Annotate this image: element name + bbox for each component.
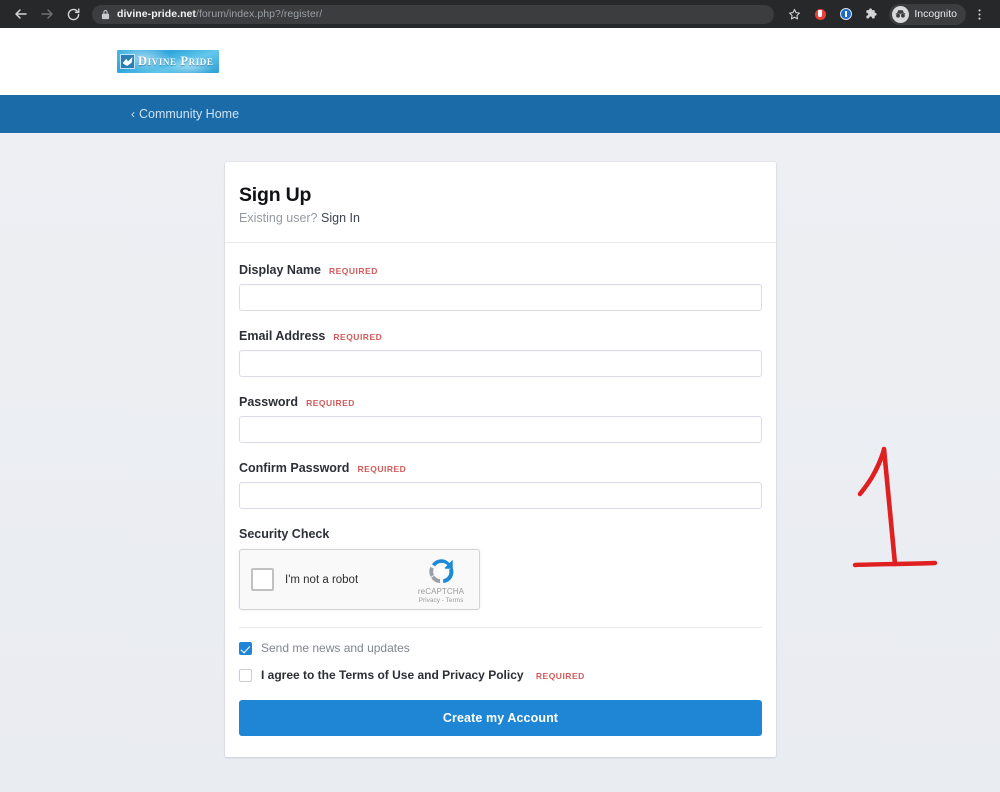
terms-required-badge: REQUIRED — [535, 671, 585, 682]
existing-user-line: Existing user? Sign In — [239, 211, 776, 225]
url-path: /forum/index.php?/register/ — [195, 8, 323, 20]
three-dot-menu-icon — [977, 8, 981, 20]
password-manager-button[interactable] — [833, 1, 859, 27]
incognito-avatar-icon — [892, 5, 910, 23]
signup-card: Sign Up Existing user? Sign In Display N… — [225, 162, 776, 758]
password-manager-icon — [840, 8, 853, 20]
url-host: divine-pride.net — [117, 8, 196, 20]
sign-in-link[interactable]: Sign In — [321, 211, 360, 225]
newsletter-label: Send me news and updates — [261, 641, 410, 656]
site-logo[interactable]: Divine Pride — [117, 50, 219, 73]
field-label-row: Password REQUIRED — [239, 395, 762, 409]
recaptcha-checkbox[interactable] — [251, 568, 274, 592]
url-text: divine-pride.net/forum/index.php?/regist… — [117, 8, 322, 20]
email-address-required-badge: REQUIRED — [333, 332, 383, 343]
star-icon — [788, 8, 800, 19]
reload-icon — [67, 7, 79, 20]
form-divider — [239, 627, 762, 629]
create-account-button[interactable]: Create my Account — [239, 700, 762, 737]
site-header: Divine Pride — [0, 28, 1000, 95]
annotation-number-1 — [852, 446, 938, 568]
shield-extension-icon — [814, 8, 826, 20]
confirm-password-input[interactable] — [239, 482, 762, 510]
page-content: Sign Up Existing user? Sign In Display N… — [0, 133, 1000, 792]
profile-incognito-button[interactable]: Incognito — [889, 3, 966, 25]
field-password: Password REQUIRED — [239, 395, 762, 444]
chrome-menu-button[interactable] — [966, 1, 992, 27]
field-display-name: Display Name REQUIRED — [239, 263, 762, 312]
terms-label-text: I agree to the Terms of Use and Privacy … — [261, 668, 524, 683]
newsletter-checkbox-row[interactable]: Send me news and updates — [239, 641, 762, 655]
email-address-label: Email Address — [239, 329, 326, 344]
display-name-input[interactable] — [239, 284, 762, 312]
shield-extension-button[interactable] — [807, 1, 833, 27]
recaptcha-label: I'm not a robot — [285, 573, 359, 586]
newsletter-checkbox[interactable] — [239, 641, 252, 655]
nav-community-home-link[interactable]: ‹ Community Home — [131, 95, 239, 133]
field-label-row: Email Address REQUIRED — [239, 329, 762, 343]
extensions-button[interactable] — [859, 1, 885, 27]
password-input[interactable] — [239, 416, 762, 444]
back-button[interactable] — [8, 1, 34, 27]
display-name-label: Display Name — [239, 263, 321, 278]
email-address-input[interactable] — [239, 350, 762, 378]
forward-arrow-icon — [41, 9, 53, 19]
page-title: Sign Up — [239, 184, 312, 206]
bookmark-button[interactable] — [781, 1, 807, 27]
forward-button[interactable] — [34, 1, 60, 27]
field-confirm-password: Confirm Password REQUIRED — [239, 461, 762, 510]
confirm-password-required-badge: REQUIRED — [357, 464, 407, 475]
address-bar[interactable]: divine-pride.net/forum/index.php?/regist… — [92, 4, 775, 24]
terms-checkbox[interactable] — [239, 668, 252, 682]
chevron-left-icon: ‹ — [131, 107, 135, 121]
security-check-section: Security Check I'm not a robot reCAPTCHA… — [239, 527, 762, 611]
lock-icon — [101, 9, 110, 20]
password-required-badge: REQUIRED — [306, 398, 355, 409]
terms-label: I agree to the Terms of Use and Privacy … — [261, 668, 585, 682]
recaptcha-logo-icon — [428, 558, 453, 583]
puzzle-extensions-icon — [866, 8, 878, 19]
profile-label: Incognito — [914, 8, 957, 20]
existing-user-text: Existing user? — [239, 211, 318, 226]
display-name-required-badge: REQUIRED — [328, 266, 378, 277]
signup-form: Display Name REQUIRED Email Address REQU… — [225, 243, 776, 682]
terms-checkbox-row[interactable]: I agree to the Terms of Use and Privacy … — [239, 668, 762, 682]
recaptcha-legal-links[interactable]: Privacy - Terms — [413, 597, 469, 605]
field-label-row: Confirm Password REQUIRED — [239, 461, 762, 475]
field-email-address: Email Address REQUIRED — [239, 329, 762, 378]
recaptcha-brand-name: reCAPTCHA — [417, 586, 465, 596]
field-label-row: Display Name REQUIRED — [239, 263, 762, 277]
submit-section: Create my Account — [225, 682, 776, 757]
password-label: Password — [239, 395, 299, 410]
site-logo-text: Divine Pride — [138, 54, 214, 68]
reload-button[interactable] — [60, 1, 86, 27]
site-navigation-bar: ‹ Community Home — [0, 95, 1000, 133]
toolbar-icons: Incognito — [781, 1, 992, 27]
wing-logo-icon — [120, 54, 135, 69]
recaptcha-branding: reCAPTCHA Privacy - Terms — [413, 555, 469, 605]
recaptcha-widget[interactable]: I'm not a robot reCAPTCHA Privacy - Term… — [239, 549, 480, 611]
security-check-label: Security Check — [239, 527, 330, 542]
signup-card-header: Sign Up Existing user? Sign In — [225, 162, 776, 244]
browser-toolbar: divine-pride.net/forum/index.php?/regist… — [0, 0, 1000, 28]
nav-community-home-label: Community Home — [139, 107, 240, 121]
confirm-password-label: Confirm Password — [239, 461, 350, 476]
back-arrow-icon — [15, 9, 27, 19]
